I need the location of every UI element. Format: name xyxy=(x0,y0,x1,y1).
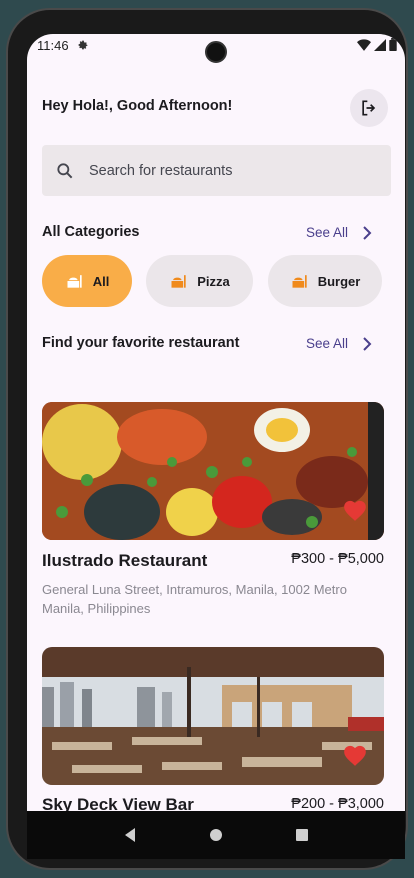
see-all-label: See All xyxy=(306,336,349,351)
wifi-icon xyxy=(357,38,371,51)
restaurant-price-range: ₱300 - ₱5,000 xyxy=(291,551,384,567)
category-chip-burger[interactable]: Burger xyxy=(268,255,382,307)
food-icon xyxy=(67,275,82,288)
home-icon[interactable] xyxy=(209,828,223,842)
restaurant-price-range: ₱200 - ₱3,000 xyxy=(291,796,384,812)
category-label: All xyxy=(92,273,110,289)
search-placeholder: Search for restaurants xyxy=(89,162,233,179)
search-icon xyxy=(57,162,73,178)
back-icon[interactable] xyxy=(123,827,137,843)
favorite-heart-icon[interactable] xyxy=(342,743,368,767)
category-label: Pizza xyxy=(197,273,230,289)
chevron-right-icon xyxy=(363,225,372,240)
system-navigation-bar xyxy=(27,811,405,859)
greeting-text: Hey Hola!, Good Afternoon! xyxy=(42,98,233,114)
restaurant-image-paella[interactable] xyxy=(42,402,384,540)
status-icons xyxy=(357,38,397,51)
recents-icon[interactable] xyxy=(295,828,309,842)
restaurant-address: General Luna Street, Intramuros, Manila,… xyxy=(42,582,347,616)
category-label: Burger xyxy=(317,273,361,289)
categories-see-all-button[interactable]: See All xyxy=(306,225,372,240)
app-screen: 11:46 Hey Hola!, Good Afternoon! Search … xyxy=(27,34,405,859)
restaurants-title: Find your favorite restaurant xyxy=(42,335,240,351)
battery-icon xyxy=(389,38,397,51)
restaurant-image-skydeck[interactable] xyxy=(42,647,384,785)
device-frame: 11:46 Hey Hola!, Good Afternoon! Search … xyxy=(6,8,408,870)
favorite-heart-icon[interactable] xyxy=(342,498,368,522)
search-input[interactable]: Search for restaurants xyxy=(42,145,391,196)
category-chip-all[interactable]: All xyxy=(42,255,132,307)
restaurants-see-all-button[interactable]: See All xyxy=(306,336,372,351)
settings-gear-icon xyxy=(78,40,88,50)
front-camera xyxy=(205,41,227,63)
paella-photo xyxy=(42,402,384,540)
signal-icon xyxy=(374,38,386,51)
food-icon xyxy=(292,275,307,288)
category-chip-pizza[interactable]: Pizza xyxy=(146,255,253,307)
logout-icon xyxy=(362,100,376,116)
categories-title: All Categories xyxy=(42,224,140,240)
restaurant-name[interactable]: Ilustrado Restaurant xyxy=(42,551,207,571)
status-time: 11:46 xyxy=(37,37,69,53)
food-icon xyxy=(171,275,186,288)
logout-button[interactable] xyxy=(350,89,388,127)
chevron-right-icon xyxy=(363,336,372,351)
see-all-label: See All xyxy=(306,225,349,240)
skydeck-photo xyxy=(42,647,384,785)
